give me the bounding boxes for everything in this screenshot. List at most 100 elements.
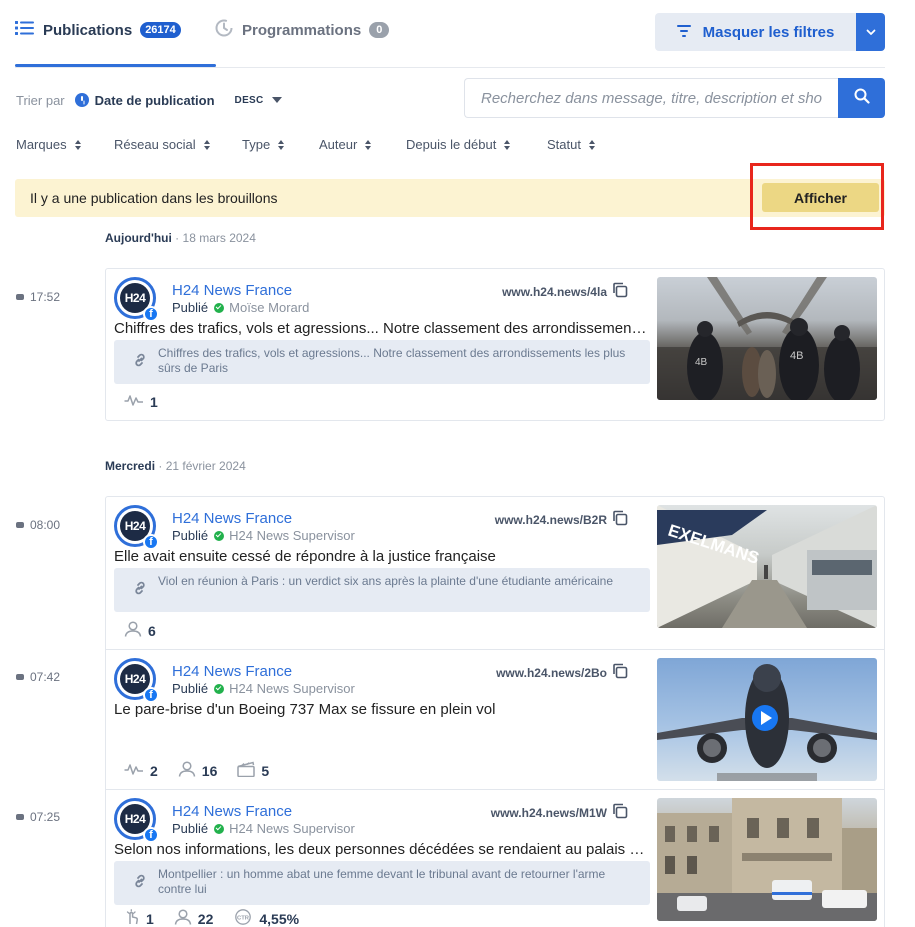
filter-social-network[interactable]: Réseau social [114, 137, 242, 152]
short-link[interactable]: www.h24.news/M1W [491, 803, 628, 822]
draft-notice-text: Il y a une publication dans les brouillo… [30, 190, 278, 206]
author-name: H24 News Supervisor [229, 528, 355, 543]
date-header: Aujourd'hui · 18 mars 2024 [105, 231, 256, 245]
caret-down-icon[interactable] [271, 97, 282, 103]
short-link[interactable]: www.h24.news/4la [502, 282, 628, 301]
post-stats: 1 22 CTR 4,55% [124, 909, 319, 927]
time-marker-icon [16, 674, 24, 680]
link-preview-title: Montpellier : un homme abat une femme de… [158, 867, 606, 896]
post-card[interactable]: H24 f H24 News France Publié H24 News Su… [106, 789, 884, 927]
author-name: Moïse Morard [229, 300, 310, 315]
filter-author-label: Auteur [319, 137, 358, 152]
account-name-link[interactable]: H24 News France [172, 282, 292, 299]
copy-icon[interactable] [607, 282, 628, 301]
link-preview[interactable]: Chiffres des trafics, vols et agressions… [114, 340, 650, 384]
stat-engagement: 2 [124, 762, 158, 779]
filter-status-label: Statut [547, 137, 581, 152]
post-group-card: H24 f H24 News France Publié Moïse Morar… [105, 268, 885, 421]
post-time: 17:52 [16, 290, 60, 304]
filter-author[interactable]: Auteur [319, 137, 406, 152]
avatar[interactable]: H24 f [114, 658, 159, 703]
publications-count-badge: 26174 [140, 22, 181, 38]
toggle-filters-button[interactable]: Masquer les filtres [655, 13, 856, 51]
post-status: Publié H24 News Supervisor [172, 821, 355, 836]
clock-icon [74, 93, 89, 107]
sort-arrows-icon [74, 139, 82, 150]
avatar[interactable]: H24 f [114, 505, 159, 550]
check-circle-icon [214, 302, 225, 313]
filter-type-label: Type [242, 137, 271, 152]
filter-status[interactable]: Statut [547, 137, 596, 152]
tabs-divider [15, 67, 885, 68]
post-message: Elle avait ensuite cessé de répondre à l… [114, 548, 496, 565]
search-input[interactable] [464, 78, 839, 118]
post-thumbnail-boeing-737[interactable] [657, 658, 877, 781]
filter-brands-label: Marques [16, 137, 67, 152]
post-card[interactable]: H24 f H24 News France Publié H24 News Su… [106, 497, 884, 649]
check-circle-icon [214, 530, 225, 541]
post-stats: 6 [124, 621, 176, 640]
stat-value: 2 [150, 762, 158, 779]
post-thumbnail-montpellier-courthouse[interactable] [657, 798, 877, 921]
filter-dropdowns: Marques Réseau social Type Auteur Depuis… [16, 137, 596, 152]
link-preview[interactable]: Montpellier : un homme abat une femme de… [114, 861, 650, 905]
filter-type[interactable]: Type [242, 137, 319, 152]
user-icon [124, 621, 148, 640]
post-time-label: 08:00 [30, 518, 61, 532]
stat-value: 5 [261, 762, 270, 779]
filter-period[interactable]: Depuis le début [406, 137, 547, 152]
link-preview-title: Chiffres des trafics, vols et agressions… [158, 346, 626, 375]
copy-icon[interactable] [607, 510, 628, 529]
time-marker-icon [16, 294, 24, 300]
post-time: 07:25 [16, 810, 60, 824]
stat-value: 6 [148, 622, 156, 639]
post-status: Publié H24 News Supervisor [172, 681, 355, 696]
post-time: 07:42 [16, 670, 60, 684]
stat-engagement: 1 [124, 393, 158, 410]
toggle-filters-label: Masquer les filtres [702, 23, 835, 41]
stat-clicks: 1 [124, 909, 154, 927]
copy-icon[interactable] [607, 663, 628, 682]
link-icon [132, 580, 148, 600]
show-drafts-button[interactable]: Afficher [762, 183, 879, 212]
filter-period-label: Depuis le début [406, 137, 497, 152]
account-name-link[interactable]: H24 News France [172, 510, 292, 527]
draft-notice-banner: Il y a une publication dans les brouillo… [15, 179, 885, 217]
user-icon [174, 909, 198, 927]
pulse-icon [124, 762, 150, 779]
link-preview[interactable]: Viol en réunion à Paris : un verdict six… [114, 568, 650, 612]
copy-icon[interactable] [607, 803, 628, 822]
programmations-count-badge: 0 [369, 22, 390, 38]
author-name: H24 News Supervisor [229, 821, 355, 836]
account-name-link[interactable]: H24 News France [172, 663, 292, 680]
post-time: 08:00 [16, 518, 60, 532]
sort-label: Trier par [16, 92, 65, 108]
search-button[interactable] [838, 78, 885, 118]
post-thumbnail-eiffel-tower-police[interactable]: 4B 4B [657, 277, 877, 400]
post-message: Chiffres des trafics, vols et agressions… [114, 320, 650, 337]
avatar[interactable]: H24 f [114, 798, 159, 843]
sort-direction-select[interactable]: DESC [235, 95, 264, 106]
filter-social-network-label: Réseau social [114, 137, 196, 152]
author-name: H24 News Supervisor [229, 681, 355, 696]
sort-field-select[interactable]: Date de publication [95, 93, 215, 108]
tab-programmations[interactable]: Programmations 0 [214, 18, 390, 42]
active-tab-indicator [15, 64, 216, 67]
user-icon [178, 761, 202, 780]
stat-reach: 6 [124, 621, 156, 640]
short-link[interactable]: www.h24.news/B2R [495, 510, 628, 529]
filter-brands[interactable]: Marques [16, 137, 114, 152]
status-label: Publié [172, 528, 209, 543]
account-name-link[interactable]: H24 News France [172, 803, 292, 820]
short-link-text: www.h24.news/2Bo [496, 665, 607, 680]
time-marker-icon [16, 814, 24, 820]
avatar[interactable]: H24 f [114, 277, 159, 322]
post-card[interactable]: H24 f H24 News France Publié Moïse Morar… [106, 269, 884, 420]
stat-value: 4,55% [259, 910, 300, 927]
post-card[interactable]: H24 f H24 News France Publié H24 News Su… [106, 649, 884, 789]
post-thumbnail-metro-station[interactable]: EXELMANS [657, 505, 877, 628]
filters-options-dropdown[interactable] [856, 13, 885, 51]
tab-publications[interactable]: Publications 26174 [15, 18, 181, 42]
short-link[interactable]: www.h24.news/2Bo [496, 663, 628, 682]
sort-arrows-icon [504, 139, 511, 150]
